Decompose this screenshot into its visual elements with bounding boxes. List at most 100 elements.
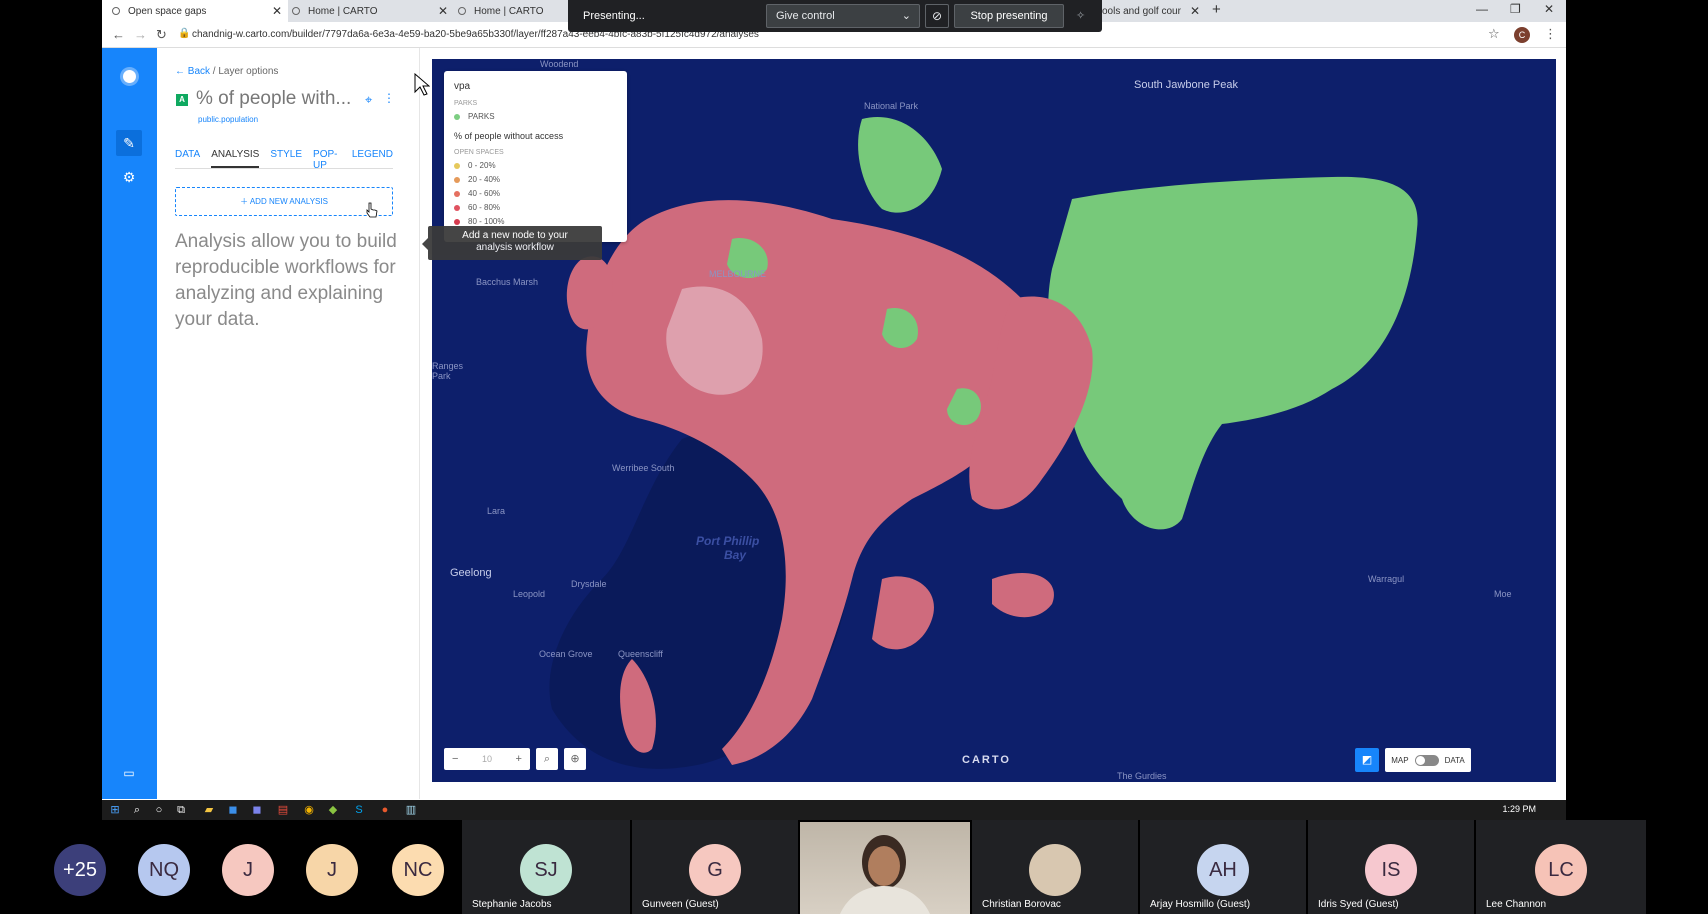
- place-port-phillip: Port Phillip: [696, 534, 760, 548]
- tab-legend[interactable]: LEGEND: [352, 144, 393, 168]
- search-icon[interactable]: ⌕: [536, 748, 558, 770]
- minimize-icon[interactable]: —: [1476, 2, 1488, 16]
- fullscreen-icon[interactable]: ⊕: [564, 748, 586, 770]
- browser-tab-home-carto-1[interactable]: Home | CARTO ✕: [282, 0, 454, 22]
- place-woodend: Woodend: [540, 59, 579, 69]
- task-view-icon[interactable]: ⧉: [174, 803, 188, 817]
- notepad-icon[interactable]: ▥: [404, 803, 418, 817]
- qgis-icon[interactable]: ◆: [326, 803, 340, 817]
- participant-tile[interactable]: NC: [376, 820, 460, 914]
- back-arrow-icon[interactable]: ←: [112, 27, 125, 42]
- chevron-down-icon: ⌄: [901, 10, 911, 22]
- zoom-in-button[interactable]: +: [516, 753, 522, 765]
- participant-tile-named[interactable]: LC Lee Channon: [1476, 820, 1646, 914]
- camera-off-icon[interactable]: ⊘: [925, 4, 949, 28]
- feedback-chat-icon[interactable]: ▭: [116, 760, 142, 786]
- legend-swatch: [454, 162, 460, 169]
- participant-tile-named[interactable]: IS Idris Syed (Guest): [1308, 820, 1474, 914]
- powerpoint-icon[interactable]: ●: [378, 803, 392, 817]
- profile-avatar[interactable]: C: [1514, 27, 1530, 43]
- file-explorer-icon[interactable]: ▰: [202, 803, 216, 817]
- layer-menu-icon[interactable]: ⋮: [383, 91, 395, 105]
- zoom-out-button[interactable]: −: [452, 753, 458, 765]
- layer-source[interactable]: public.population: [198, 115, 258, 124]
- restore-icon[interactable]: ❐: [1510, 2, 1521, 16]
- give-control-dropdown[interactable]: Give control ⌄: [766, 4, 920, 28]
- browser-tab-schools-golf[interactable]: ools and golf cour ✕: [1098, 0, 1202, 22]
- carto-builder: ✎ ⚙ ▭ ← Back / Layer options A % of peop…: [102, 48, 1566, 802]
- place-warragul: Warragul: [1368, 574, 1405, 584]
- zoom-to-layer-icon[interactable]: ⌖: [365, 92, 372, 108]
- legend-section-parks: PARKS: [454, 100, 478, 107]
- carto-logo-icon[interactable]: [116, 64, 142, 90]
- toggle-switch[interactable]: [1414, 754, 1439, 766]
- layer-options-panel: ← Back / Layer options A % of people wit…: [157, 48, 420, 799]
- shared-screen: Open space gaps ✕ Home | CARTO ✕ Home | …: [102, 0, 1566, 802]
- legend-item-parks: PARKS: [454, 112, 617, 121]
- analysis-description: Analysis allow you to build reproducible…: [175, 231, 397, 330]
- tab-style[interactable]: STYLE: [270, 144, 302, 168]
- close-tab-icon[interactable]: ✕: [438, 4, 448, 18]
- chrome-icon[interactable]: ◉: [302, 803, 316, 817]
- plus-icon: ＋: [240, 197, 249, 206]
- participant-video[interactable]: [800, 822, 970, 914]
- teams-icon[interactable]: ◼: [250, 803, 264, 817]
- legend-item: 40 - 60%: [454, 189, 617, 198]
- place-moe: Moe: [1494, 589, 1512, 599]
- place-lara: Lara: [487, 506, 506, 516]
- search-icon[interactable]: ⌕: [130, 803, 144, 817]
- stop-presenting-button[interactable]: Stop presenting: [954, 4, 1064, 28]
- map-view[interactable]: Woodend South Jawbone Peak National Park…: [432, 59, 1556, 782]
- participant-tile-named[interactable]: SJ Stephanie Jacobs: [462, 820, 630, 914]
- browser-menu-icon[interactable]: ⋮: [1544, 26, 1557, 42]
- tab-popup[interactable]: POP-UP: [313, 144, 341, 171]
- new-tab-plus-icon[interactable]: +: [1212, 1, 1221, 18]
- edit-pencil-icon[interactable]: ✎: [116, 130, 142, 156]
- place-ranges-park: Ranges Park: [432, 361, 464, 381]
- participant-tile[interactable]: J: [208, 820, 288, 914]
- participant-tile[interactable]: J: [292, 820, 372, 914]
- zoom-control: − 10 +: [444, 748, 530, 770]
- lock-icon[interactable]: 🔒: [178, 28, 190, 39]
- place-national-park: National Park: [864, 101, 919, 111]
- legend-swatch: [454, 204, 460, 211]
- pin-icon[interactable]: ✧: [1076, 9, 1085, 22]
- place-geelong: Geelong: [450, 567, 492, 579]
- participant-tile-named[interactable]: AH Arjay Hosmillo (Guest): [1140, 820, 1306, 914]
- skype-icon[interactable]: S: [352, 803, 366, 817]
- builder-sidebar: ✎ ⚙ ▭: [102, 48, 157, 799]
- map-data-toggle[interactable]: MAP DATA: [1385, 748, 1471, 772]
- bookmark-star-icon[interactable]: ☆: [1488, 26, 1500, 42]
- browser-tab-open-space-gaps[interactable]: Open space gaps ✕: [102, 0, 288, 22]
- browser-tab-home-carto-2[interactable]: Home | CARTO: [448, 0, 588, 22]
- widgets-sliders-icon[interactable]: ⚙: [116, 164, 142, 190]
- legend-swatch: [454, 218, 460, 225]
- participant-tile[interactable]: NQ: [124, 820, 204, 914]
- participant-tile-named[interactable]: Christian Borovac: [972, 820, 1138, 914]
- back-link[interactable]: ← Back: [175, 66, 210, 77]
- forward-arrow-icon[interactable]: →: [134, 27, 147, 42]
- close-tab-icon[interactable]: ✕: [272, 4, 282, 18]
- participant-overflow[interactable]: +25: [40, 820, 120, 914]
- windows-start-icon[interactable]: ⊞: [108, 803, 122, 817]
- add-new-analysis-button[interactable]: ＋ ADD NEW ANALYSIS: [175, 187, 393, 216]
- place-melbourne: MELBOURNE: [709, 269, 767, 279]
- place-drysdale: Drysdale: [571, 579, 607, 589]
- tab-analysis[interactable]: ANALYSIS: [211, 144, 260, 168]
- tab-favicon-icon: [292, 7, 300, 15]
- outlook-icon[interactable]: ◼: [226, 803, 240, 817]
- reload-icon[interactable]: ↻: [156, 27, 167, 43]
- close-window-icon[interactable]: ✕: [1544, 2, 1554, 16]
- close-tab-icon[interactable]: ✕: [1190, 4, 1200, 18]
- app-icon[interactable]: ▤: [276, 803, 290, 817]
- layer-selector-icon[interactable]: ◩: [1355, 748, 1379, 772]
- participant-tile-named[interactable]: G Gunveen (Guest): [632, 820, 798, 914]
- presenting-status: Presenting...: [583, 10, 645, 22]
- breadcrumb: ← Back / Layer options: [175, 66, 279, 77]
- layer-title[interactable]: % of people with...: [196, 88, 368, 110]
- cortana-icon[interactable]: ○: [152, 803, 166, 817]
- tab-data[interactable]: DATA: [175, 144, 200, 168]
- legend-layer-name: % of people without access: [454, 131, 564, 141]
- map-legend: vpa PARKS PARKS % of people without acce…: [444, 71, 627, 242]
- tab-favicon-icon: [112, 7, 120, 15]
